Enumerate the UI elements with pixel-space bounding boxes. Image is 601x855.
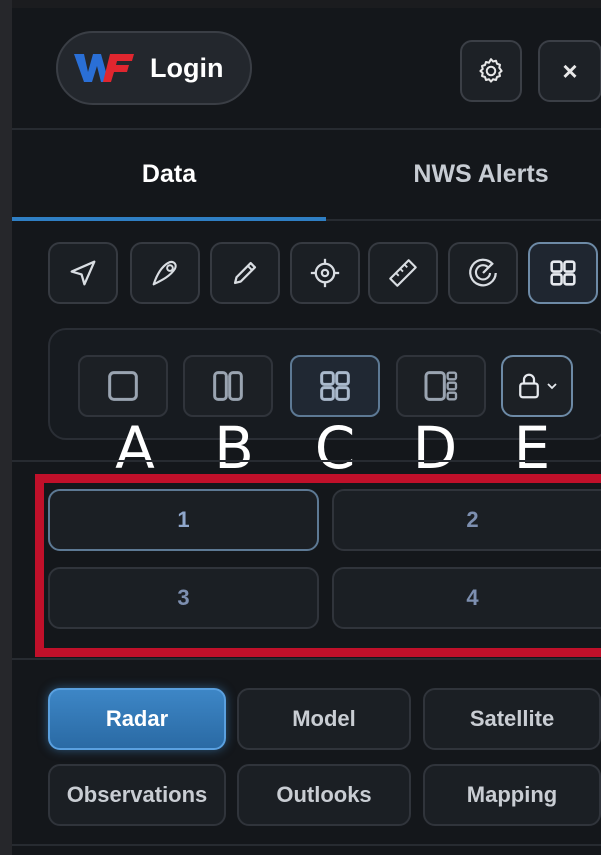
tab-nws-alerts[interactable]: NWS Alerts [326,130,601,218]
pane-2-button[interactable]: 2 [332,489,601,551]
pane-3-button[interactable]: 3 [48,567,319,629]
active-tab-indicator [12,217,326,221]
radar-gauge-icon [469,258,497,287]
source-model-button[interactable]: Model [237,688,411,750]
source-outlooks-button[interactable]: Outlooks [237,764,411,826]
login-button[interactable]: Login [56,31,252,105]
draw-tool-button[interactable] [210,242,280,304]
two-pane-icon [213,371,243,401]
tab-data[interactable]: Data [12,130,326,218]
placemark-tool-button[interactable] [130,242,200,304]
chevron-down-icon [547,383,557,390]
target-tool-button[interactable] [290,242,360,304]
layout-two-pane-button[interactable] [183,355,273,417]
layout-four-pane-button[interactable] [290,355,380,417]
bottom-divider [12,844,601,846]
login-label: Login [150,52,224,83]
annotation-letter-d: D [412,414,458,482]
layout-single-button[interactable] [78,355,168,417]
navigation-arrow-icon [70,260,96,286]
measure-tool-button[interactable] [368,242,438,304]
single-pane-icon [108,371,138,401]
source-radar-button[interactable]: Radar [48,688,226,750]
data-panel: Login × Data NWS Alerts A B C D E 1 2 3 … [12,8,601,855]
pane-divider [12,658,601,660]
close-button[interactable]: × [538,40,601,102]
top-rule [12,0,601,8]
pane-1-button[interactable]: 1 [48,489,319,551]
wf-logo-icon [74,54,134,82]
lock-icon [519,373,539,399]
grid-layout-icon [550,260,576,286]
navigation-tool-button[interactable] [48,242,118,304]
side-strip [0,0,12,855]
gear-icon [479,58,503,83]
source-mapping-button[interactable]: Mapping [423,764,601,826]
crosshair-icon [310,258,340,288]
pencil-icon [233,261,257,285]
layout-divider [12,460,601,462]
annotation-letter-b: B [214,414,254,482]
annotation-letter-e: E [513,414,551,482]
lock-dropdown-button[interactable] [501,355,573,417]
ruler-icon [389,259,417,287]
side-panel-layout-icon [424,371,458,401]
source-observations-button[interactable]: Observations [48,764,226,826]
annotation-letter-a: A [115,414,155,482]
layout-side-panel-button[interactable] [396,355,486,417]
settings-button[interactable] [460,40,522,102]
location-pin-icon [152,260,177,286]
source-satellite-button[interactable]: Satellite [423,688,601,750]
four-pane-icon [320,371,350,401]
layout-tool-button[interactable] [528,242,598,304]
annotation-letter-c: C [314,414,356,482]
close-icon: × [562,55,578,86]
pane-4-button[interactable]: 4 [332,567,601,629]
radar-tool-button[interactable] [448,242,518,304]
